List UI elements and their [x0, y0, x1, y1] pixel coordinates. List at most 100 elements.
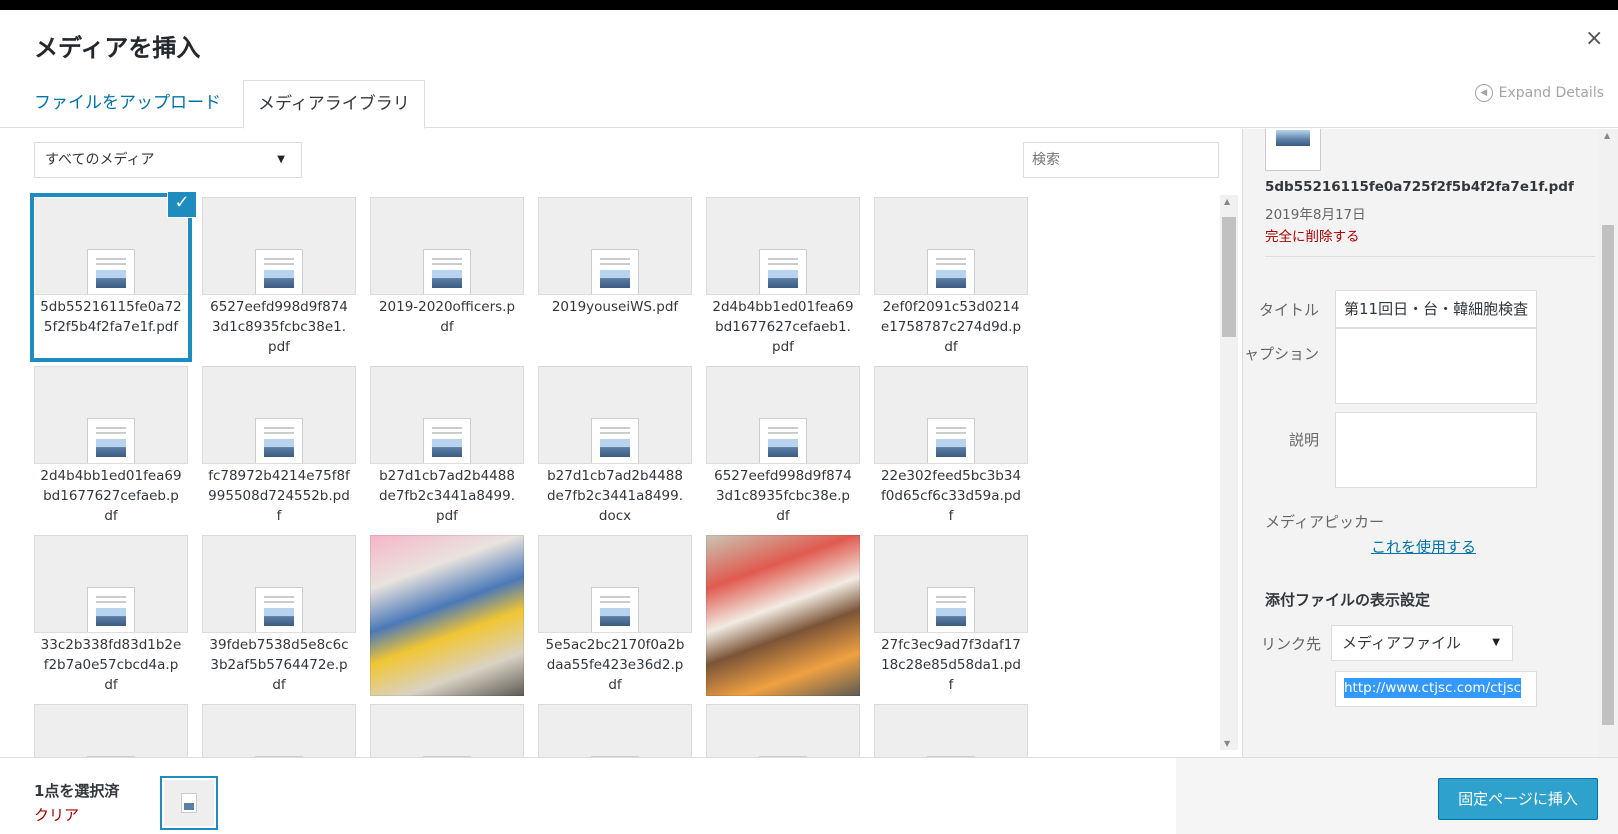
insert-into-page-button[interactable]: 固定ページに挿入 [1438, 778, 1598, 820]
media-filter-value: すべてのメディア [45, 152, 155, 168]
document-attachment-tile[interactable]: fc78972b4214e75f8f995508d724552b.pdf [202, 366, 356, 527]
delete-permanently-link[interactable]: 完全に削除する [1265, 225, 1360, 245]
selection-count: 1点を選択済 [34, 782, 120, 800]
grid-scrollbar[interactable]: ▲ ▼ [1220, 195, 1238, 750]
document-icon [591, 249, 639, 297]
document-attachment-tile[interactable]: 6527eefd998d9f8743d1c8935fcbc38e1.pdf [202, 197, 356, 358]
media-picker-label: メディアピッカー [1265, 513, 1384, 531]
document-icon [759, 249, 807, 297]
document-icon [591, 587, 639, 635]
document-icon [87, 249, 135, 297]
attachment-filename: fc78972b4214e75f8f995508d724552b.pdf [202, 463, 356, 527]
document-attachment-tile[interactable] [706, 704, 860, 760]
attachment-filename: 2019youseiWS.pdf [538, 294, 692, 358]
document-attachment-tile[interactable] [370, 704, 524, 760]
document-icon [591, 418, 639, 466]
document-attachment-tile[interactable]: 39fdeb7538d5e8c6c3b2af5b5764472e.pdf [202, 535, 356, 696]
modal-tabs: ファイルをアップロード メディアライブラリ [0, 80, 1618, 129]
document-attachment-tile[interactable]: 22e302feed5bc3b34f0d65cf6c33d59a.pdf [874, 366, 1028, 527]
document-attachment-tile[interactable] [874, 704, 1028, 760]
description-label: 説明 [1288, 431, 1319, 449]
document-attachment-tile[interactable]: 5db55216115fe0a725f2f5b4f2fa7e1f.pdf ✓ [34, 192, 196, 358]
modal-title: メディアを挿入 [34, 34, 201, 62]
attachment-filename: 6527eefd998d9f8743d1c8935fcbc38e.pdf [706, 463, 860, 527]
image-attachment-tile[interactable] [706, 535, 860, 696]
scroll-down-icon[interactable]: ▼ [1224, 739, 1230, 748]
top-bar [0, 0, 1618, 10]
attachment-filename: 5db55216115fe0a725f2f5b4f2fa7e1f.pdf [1265, 179, 1574, 195]
dropdown-caret-icon: ▼ [277, 154, 285, 165]
document-attachment-tile[interactable]: b27d1cb7ad2b4488de7fb2c3441a8499.pdf [370, 366, 524, 527]
media-filter-select[interactable]: すべてのメディア ▼ [34, 142, 302, 178]
document-icon [255, 587, 303, 635]
link-to-label: リンク先 [1260, 635, 1321, 653]
title-label: タイトル [1258, 301, 1319, 319]
document-attachment-tile[interactable]: 27fc3ec9ad7f3daf1718c28e85d58da1.pdf [874, 535, 1028, 696]
document-icon [87, 418, 135, 466]
attachment-thumbnail [1265, 129, 1321, 171]
attachment-filename: 27fc3ec9ad7f3daf1718c28e85d58da1.pdf [874, 632, 1028, 696]
title-field[interactable]: 第11回日・台・韓細胞検査 [1335, 290, 1537, 328]
document-attachment-tile[interactable] [202, 704, 356, 760]
tab-media-library[interactable]: メディアライブラリ [243, 80, 425, 129]
attachment-filename: 6527eefd998d9f8743d1c8935fcbc38e1.pdf [202, 294, 356, 358]
use-this-link[interactable]: これを使用する [1371, 536, 1476, 557]
attachment-display-settings-heading: 添付ファイルの表示設定 [1265, 591, 1431, 609]
attachment-filename: 5e5ac2bc2170f0a2bdaa55fe423e36d2.pdf [538, 632, 692, 696]
attachments-grid: 5db55216115fe0a725f2f5b4f2fa7e1f.pdf ✓ 652… [20, 192, 1220, 760]
media-toolbar-footer: 1点を選択済 クリア 固定ページに挿入 [0, 757, 1618, 834]
attachment-filename: 2019-2020officers.pdf [370, 294, 524, 358]
document-attachment-tile[interactable]: 6527eefd998d9f8743d1c8935fcbc38e.pdf [706, 366, 860, 527]
document-icon [423, 249, 471, 297]
link-to-select[interactable]: メディアファイル ▼ [1331, 625, 1513, 661]
sidebar-scrollbar-thumb[interactable] [1602, 225, 1614, 725]
attachment-date: 2019年8月17日 [1265, 207, 1366, 223]
sidebar-scrollbar[interactable]: ▲ [1598, 129, 1618, 757]
details-divider [1265, 256, 1595, 257]
tab-upload-files[interactable]: ファイルをアップロード [20, 80, 235, 128]
scroll-up-icon[interactable]: ▲ [1224, 197, 1230, 206]
document-icon [255, 249, 303, 297]
document-icon [759, 418, 807, 466]
attachment-filename: 5db55216115fe0a725f2f5b4f2fa7e1f.pdf [34, 294, 188, 358]
attachment-filename: b27d1cb7ad2b4488de7fb2c3441a8499.docx [538, 463, 692, 527]
expand-arrow-icon: ◀ [1474, 84, 1493, 102]
document-attachment-tile[interactable]: b27d1cb7ad2b4488de7fb2c3441a8499.docx [538, 366, 692, 527]
dropdown-caret-icon: ▼ [1492, 637, 1500, 648]
document-attachment-tile[interactable] [34, 704, 188, 760]
document-attachment-tile[interactable]: 2019-2020officers.pdf [370, 197, 524, 358]
caption-field[interactable] [1335, 328, 1537, 404]
attachment-filename: 2d4b4bb1ed01fea69bd1677627cefaeb1.pdf [706, 294, 860, 358]
document-icon [423, 418, 471, 466]
description-field[interactable] [1335, 412, 1537, 488]
document-attachment-tile[interactable] [538, 704, 692, 760]
clear-selection-link[interactable]: クリア [34, 804, 79, 825]
document-icon [927, 587, 975, 635]
attachment-filename: 33c2b338fd83d1b2ef2b7a0e57cbcd4a.pdf [34, 632, 188, 696]
document-attachment-tile[interactable]: 2ef0f2091c53d0214e1758787c274d9d.pdf [874, 197, 1028, 358]
document-attachment-tile[interactable]: 2d4b4bb1ed01fea69bd1677627cefaeb.pdf [34, 366, 188, 527]
search-input[interactable] [1023, 142, 1219, 178]
image-attachment-tile[interactable] [370, 535, 524, 696]
checkmark-icon[interactable]: ✓ [168, 192, 196, 217]
document-attachment-tile[interactable]: 33c2b338fd83d1b2ef2b7a0e57cbcd4a.pdf [34, 535, 188, 696]
expand-details-toggle[interactable]: ◀ Expand Details [1474, 84, 1604, 102]
attachment-filename: 2ef0f2091c53d0214e1758787c274d9d.pdf [874, 294, 1028, 358]
document-icon [927, 249, 975, 297]
attachment-filename: 2d4b4bb1ed01fea69bd1677627cefaeb.pdf [34, 463, 188, 527]
document-attachment-tile[interactable]: 2019youseiWS.pdf [538, 197, 692, 358]
link-url-field[interactable]: http://www.ctjsc.com/ctjsc [1335, 671, 1537, 707]
grid-scrollbar-thumb[interactable] [1222, 217, 1236, 337]
attachment-details-sidebar: 5db55216115fe0a725f2f5b4f2fa7e1f.pdf 201… [1242, 129, 1618, 757]
attachment-filename: b27d1cb7ad2b4488de7fb2c3441a8499.pdf [370, 463, 524, 527]
document-attachment-tile[interactable]: 5e5ac2bc2170f0a2bdaa55fe423e36d2.pdf [538, 535, 692, 696]
document-icon [927, 418, 975, 466]
scroll-up-icon[interactable]: ▲ [1604, 131, 1610, 140]
link-url-value: http://www.ctjsc.com/ctjsc [1344, 678, 1522, 698]
selected-attachment-thumbnail[interactable] [160, 776, 218, 830]
close-icon[interactable]: × [1585, 28, 1603, 50]
expand-details-label: Expand Details [1498, 85, 1604, 101]
attachment-filename: 22e302feed5bc3b34f0d65cf6c33d59a.pdf [874, 463, 1028, 527]
attachment-filename: 39fdeb7538d5e8c6c3b2af5b5764472e.pdf [202, 632, 356, 696]
document-attachment-tile[interactable]: 2d4b4bb1ed01fea69bd1677627cefaeb1.pdf [706, 197, 860, 358]
